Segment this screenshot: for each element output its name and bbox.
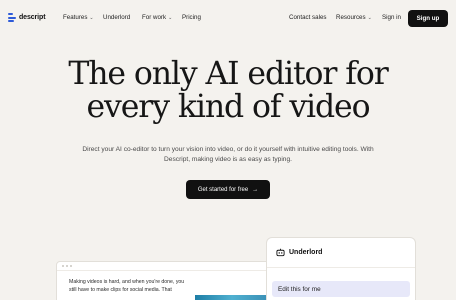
nav-item-label: For work (142, 14, 167, 21)
subtitle-line-2: Descript, making video is as easy as typ… (164, 156, 292, 163)
panel-header: Underlord (276, 248, 322, 257)
subtitle-line-1: Direct your AI co-editor to turn your vi… (82, 146, 374, 153)
nav-item-features[interactable]: Features ⌄ (63, 14, 94, 21)
brand-logo[interactable]: descript (8, 13, 46, 22)
transcript-text: Making videos is hard, and when you're d… (69, 278, 191, 294)
nav-item-label: Features (63, 14, 88, 21)
brand-name: descript (19, 14, 46, 21)
headline-line-1: The only AI editor for (68, 56, 388, 92)
nav-item-label: Pricing (182, 14, 201, 21)
window-divider (57, 270, 275, 271)
editor-preview-window: Making videos is hard, and when you're d… (56, 261, 276, 300)
chevron-down-icon: ⌄ (367, 14, 372, 21)
nav-item-underlord[interactable]: Underlord (103, 14, 130, 21)
nav-item-label: Resources (336, 14, 366, 21)
headline-line-2: every kind of video (86, 89, 371, 125)
hero-subtitle: Direct your AI co-editor to turn your vi… (58, 145, 398, 165)
nav-item-label: Contact sales (289, 14, 327, 21)
arrow-right-icon: → (252, 186, 259, 193)
panel-title: Underlord (289, 249, 323, 256)
window-dot-icon (62, 265, 64, 267)
nav-item-resources[interactable]: Resources ⌄ (336, 14, 372, 21)
nav-item-label: Sign in (382, 14, 401, 21)
nav-item-contact-sales[interactable]: Contact sales (289, 14, 327, 21)
robot-icon (276, 248, 285, 257)
nav-item-pricing[interactable]: Pricing (182, 14, 201, 21)
top-navigation: descript Features ⌄ Underlord For work ⌄… (0, 0, 456, 36)
sign-up-button[interactable]: Sign up (408, 10, 448, 27)
window-dot-icon (66, 265, 68, 267)
underlord-panel: Underlord Edit this for me (266, 237, 416, 300)
cta-label: Get started for free (197, 186, 249, 193)
window-dot-icon (70, 265, 72, 267)
nav-item-sign-in[interactable]: Sign in (382, 14, 401, 21)
window-controls (62, 265, 72, 267)
chevron-down-icon: ⌄ (168, 14, 173, 21)
transcript-line: Making videos is hard, and when you're d… (69, 279, 185, 285)
panel-divider (267, 267, 415, 268)
descript-logo-icon (8, 13, 16, 22)
get-started-button[interactable]: Get started for free → (186, 180, 270, 199)
transcript-line: still have to make clips for social medi… (69, 287, 172, 293)
chevron-down-icon: ⌄ (89, 14, 94, 21)
hero-headline: The only AI editor for every kind of vid… (0, 58, 456, 124)
video-thumbnail (195, 295, 269, 300)
edit-suggestion-chip[interactable]: Edit this for me (272, 281, 410, 297)
nav-item-label: Underlord (103, 14, 131, 21)
nav-item-for-work[interactable]: For work ⌄ (142, 14, 172, 21)
